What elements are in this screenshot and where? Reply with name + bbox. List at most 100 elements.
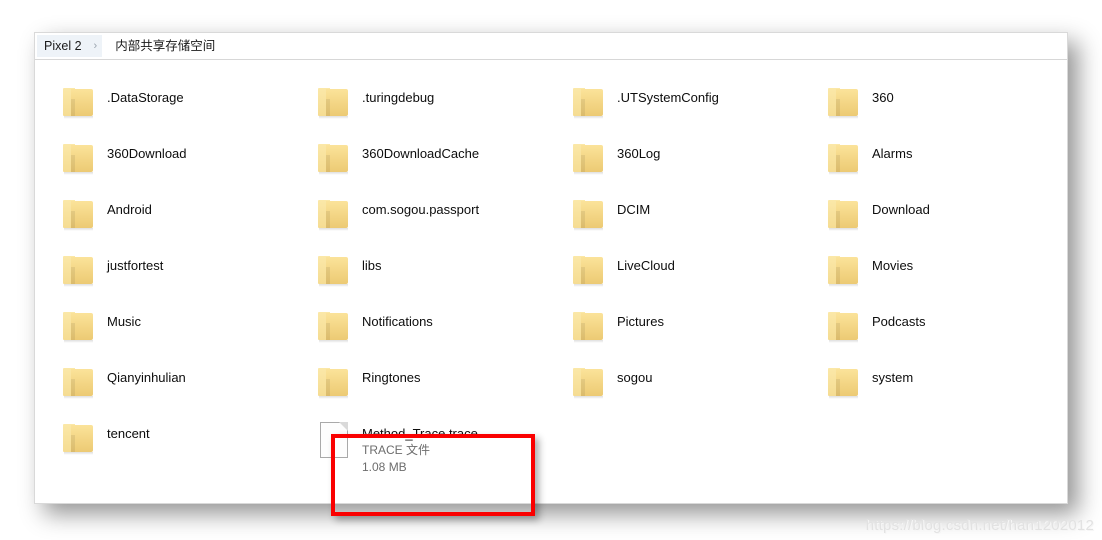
- item-name: Alarms: [872, 146, 913, 161]
- file-list: .DataStorage .turingdebug .UTSystemConfig 3…: [35, 71, 1067, 503]
- folder-item[interactable]: Download: [822, 196, 1054, 246]
- item-icon: [567, 196, 609, 238]
- item-name: Music: [107, 314, 141, 329]
- item-name: .UTSystemConfig: [617, 90, 719, 105]
- item-labels: Movies: [864, 252, 913, 274]
- item-name: 360: [872, 90, 894, 105]
- folder-item[interactable]: sogou: [567, 364, 799, 414]
- breadcrumb-current[interactable]: 内部共享存储空间: [108, 35, 222, 57]
- folder-icon: [63, 368, 93, 399]
- item-icon: [822, 308, 864, 350]
- folder-item[interactable]: LiveCloud: [567, 252, 799, 302]
- folder-item[interactable]: Podcasts: [822, 308, 1054, 358]
- item-size: 1.08 MB: [362, 460, 407, 474]
- item-icon: [312, 308, 354, 350]
- folder-icon: [63, 424, 93, 455]
- folder-item[interactable]: Notifications: [312, 308, 544, 358]
- address-bar[interactable]: Pixel 2 › 内部共享存储空间: [35, 33, 1067, 60]
- folder-item[interactable]: 360: [822, 84, 1054, 134]
- item-labels: Ringtones: [354, 364, 421, 386]
- item-labels: .DataStorage: [99, 84, 184, 106]
- folder-icon: [573, 88, 603, 119]
- item-labels: system: [864, 364, 913, 386]
- folder-item[interactable]: Android: [57, 196, 289, 246]
- item-name: 360DownloadCache: [362, 146, 480, 161]
- item-icon: [312, 196, 354, 238]
- folder-icon: [318, 200, 348, 231]
- item-icon: [57, 252, 99, 294]
- file-item[interactable]: Method_Trace.trace TRACE 文件 1.08 MB: [312, 420, 544, 474]
- item-name: .turingdebug: [362, 90, 435, 105]
- item-labels: 360Log: [609, 140, 660, 162]
- item-icon: [567, 252, 609, 294]
- item-icon: [57, 364, 99, 406]
- item-icon: [57, 140, 99, 182]
- breadcrumb-separator-icon[interactable]: ›: [88, 35, 103, 57]
- folder-item[interactable]: justfortest: [57, 252, 289, 302]
- item-labels: LiveCloud: [609, 252, 675, 274]
- item-name: 360Download: [107, 146, 187, 161]
- item-icon: [57, 420, 99, 462]
- item-icon: [312, 420, 354, 462]
- item-icon: [57, 308, 99, 350]
- folder-item[interactable]: .UTSystemConfig: [567, 84, 799, 134]
- item-icon: [822, 140, 864, 182]
- folder-icon: [318, 368, 348, 399]
- folder-icon: [318, 88, 348, 119]
- folder-icon: [828, 312, 858, 343]
- folder-item[interactable]: Ringtones: [312, 364, 544, 414]
- item-name: Android: [107, 202, 152, 217]
- folder-icon: [828, 368, 858, 399]
- folder-icon: [828, 144, 858, 175]
- item-name: LiveCloud: [617, 258, 675, 273]
- folder-icon: [828, 256, 858, 287]
- folder-item[interactable]: Music: [57, 308, 289, 358]
- folder-icon: [573, 256, 603, 287]
- folder-item[interactable]: Movies: [822, 252, 1054, 302]
- item-name: libs: [362, 258, 382, 273]
- folder-item[interactable]: libs: [312, 252, 544, 302]
- folder-item[interactable]: DCIM: [567, 196, 799, 246]
- folder-item[interactable]: Pictures: [567, 308, 799, 358]
- item-icon: [57, 84, 99, 126]
- document-icon: [320, 422, 348, 458]
- folder-item[interactable]: .turingdebug: [312, 84, 544, 134]
- item-icon: [822, 252, 864, 294]
- item-name: sogou: [617, 370, 653, 385]
- item-name: .DataStorage: [107, 90, 184, 105]
- item-labels: 360Download: [99, 140, 187, 162]
- folder-item[interactable]: 360Download: [57, 140, 289, 190]
- item-labels: Download: [864, 196, 930, 218]
- folder-icon: [318, 312, 348, 343]
- folder-icon: [828, 200, 858, 231]
- item-name: Ringtones: [362, 370, 421, 385]
- folder-icon: [573, 200, 603, 231]
- folder-item[interactable]: com.sogou.passport: [312, 196, 544, 246]
- item-labels: .UTSystemConfig: [609, 84, 719, 106]
- item-icon: [312, 364, 354, 406]
- folder-icon: [573, 368, 603, 399]
- item-name: system: [872, 370, 914, 385]
- item-icon: [567, 364, 609, 406]
- folder-item[interactable]: Qianyinhulian: [57, 364, 289, 414]
- item-name: tencent: [107, 426, 150, 441]
- item-labels: libs: [354, 252, 382, 274]
- item-name: DCIM: [617, 202, 651, 217]
- folder-item[interactable]: 360DownloadCache: [312, 140, 544, 190]
- folder-item[interactable]: Alarms: [822, 140, 1054, 190]
- folder-item[interactable]: .DataStorage: [57, 84, 289, 134]
- folder-item[interactable]: 360Log: [567, 140, 799, 190]
- item-icon: [822, 196, 864, 238]
- item-filetype: TRACE 文件: [362, 443, 431, 457]
- item-labels: com.sogou.passport: [354, 196, 479, 218]
- item-labels: DCIM: [609, 196, 650, 218]
- folder-item[interactable]: system: [822, 364, 1054, 414]
- folder-icon: [828, 88, 858, 119]
- breadcrumb-root[interactable]: Pixel 2: [37, 35, 89, 57]
- item-name: Download: [872, 202, 930, 217]
- item-icon: [312, 84, 354, 126]
- item-name: justfortest: [107, 258, 164, 273]
- folder-item[interactable]: tencent: [57, 420, 289, 470]
- folder-icon: [63, 88, 93, 119]
- item-icon: [57, 196, 99, 238]
